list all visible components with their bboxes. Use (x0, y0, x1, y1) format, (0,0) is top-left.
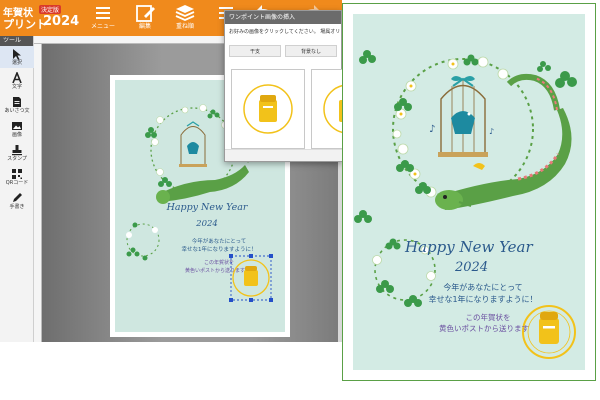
edit-button[interactable]: 編集 (126, 3, 164, 35)
dialog-tabs: 干支 背景なし (229, 45, 342, 57)
tool-image-label: 画像 (11, 132, 22, 138)
tool-select-label: 選択 (11, 60, 22, 66)
card-preview: ♪ ♪ Happy New Year 2024 今年があなたにとって 幸せな1年… (342, 3, 596, 381)
canvas-card-title: Happy New Year (166, 202, 249, 213)
edit-icon (136, 5, 155, 22)
tool-stamp-label: スタンプ (7, 156, 27, 162)
stamp-icon (12, 145, 22, 156)
document-icon (13, 97, 21, 107)
cursor-icon (13, 49, 21, 60)
tool-select[interactable]: 選択 (0, 46, 34, 68)
menu-icon (96, 7, 110, 19)
layer-order-button[interactable]: 重ね順 (166, 3, 204, 35)
logo-year: 2024 (43, 14, 80, 29)
menu-button[interactable]: メニュー (84, 3, 122, 35)
tool-qr[interactable]: QRコード (0, 166, 34, 188)
app-window: 年賀状 決定版 プリント 2024 メニュー 編集 重ね順 ツール 選択 文字 … (0, 0, 342, 342)
layers-icon (175, 5, 195, 21)
dialog-title: ワンポイント画像の挿入 (225, 11, 341, 24)
insert-image-dialog: ワンポイント画像の挿入 お好みの画像をクリックしてください。 場属オリ 干支 背… (224, 10, 342, 162)
dialog-footer (225, 149, 342, 161)
tool-text[interactable]: 文字 (0, 70, 34, 92)
tool-handwriting[interactable]: 手書き (0, 190, 34, 212)
ruler-vertical (34, 44, 42, 342)
tools-panel: ツール 選択 文字 あいさつ文 画像 スタンプ QRコード 手書き (0, 36, 34, 342)
card-message-line-2: 幸せな1年になりますように！ (428, 295, 538, 304)
card-message-line-1: 今年があなたにとって (443, 283, 523, 292)
canvas-card-message-2: 幸せな1年になりますように！ (181, 245, 256, 253)
tab-no-background[interactable]: 背景なし (285, 45, 337, 57)
card-design: ♪ ♪ Happy New Year 2024 今年があなたにとって 幸せな1年… (353, 14, 585, 370)
card-year: 2024 (455, 260, 489, 275)
music-note-icon-2: ♪ (489, 127, 494, 136)
dialog-description: お好みの画像をクリックしてください。 場属オリ (229, 29, 341, 35)
layer-order-button-label: 重ね順 (175, 23, 194, 30)
tool-greeting-label: あいさつ文 (4, 108, 30, 114)
card-sub-line-1: この年賀状を (465, 313, 511, 322)
card-title: Happy New Year (405, 238, 533, 256)
tab-eto[interactable]: 干支 (229, 45, 281, 57)
tool-image[interactable]: 画像 (0, 118, 34, 140)
image-icon (12, 122, 22, 130)
logo-text-print: プリント (3, 18, 47, 31)
tool-stamp[interactable]: スタンプ (0, 142, 34, 164)
pen-icon (13, 193, 22, 202)
music-note-icon: ♪ (429, 124, 435, 135)
tool-qr-label: QRコード (5, 180, 29, 186)
menu-button-label: メニュー (90, 23, 115, 30)
image-thumbnail-second[interactable] (311, 69, 342, 149)
image-thumbnail-post[interactable] (231, 69, 305, 149)
app-logo: 年賀状 決定版 プリント 2024 (3, 4, 81, 32)
logo-badge: 決定版 (39, 5, 62, 14)
edit-button-label: 編集 (138, 23, 151, 30)
screenshot-root: 年賀状 決定版 プリント 2024 メニュー 編集 重ね順 ツール 選択 文字 … (0, 0, 600, 400)
post-stamp-thumbnail-icon-2 (323, 84, 342, 134)
tool-text-label: 文字 (11, 84, 22, 90)
canvas-card-message-1: 今年があなたにとって (192, 237, 247, 245)
qr-icon (12, 169, 22, 179)
tool-handwriting-label: 手書き (9, 204, 25, 210)
tools-panel-header: ツール (0, 36, 33, 46)
post-stamp-thumbnail-icon (243, 84, 293, 134)
tool-greeting[interactable]: あいさつ文 (0, 94, 34, 116)
card-sub-line-2: 黄色いポストから送ります (439, 324, 529, 333)
canvas-card-year: 2024 (195, 219, 218, 229)
canvas-card-sub-1: この年賀状を (204, 259, 234, 266)
text-icon (12, 72, 22, 84)
